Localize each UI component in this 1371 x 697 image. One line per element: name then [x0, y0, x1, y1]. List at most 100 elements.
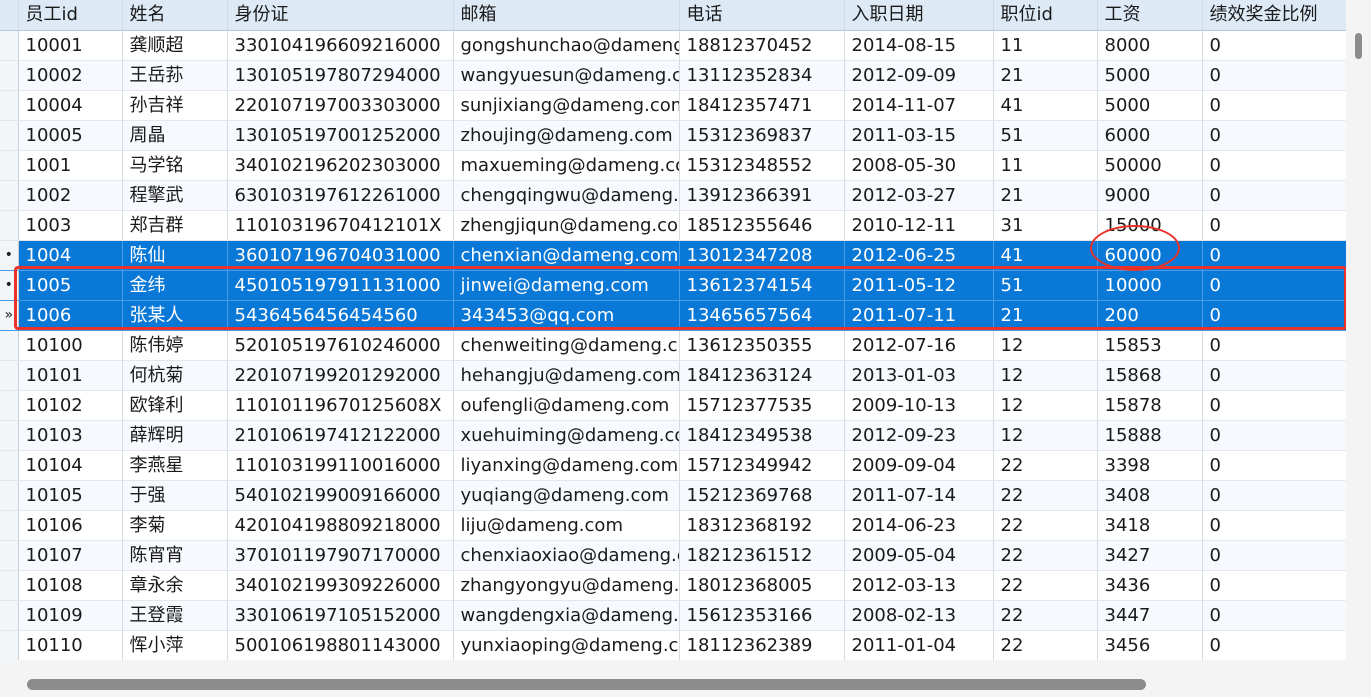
cell-name[interactable]: 龚顺超	[122, 30, 228, 61]
cell-employee-id[interactable]: 10005	[18, 120, 123, 151]
cell-email[interactable]: yunxiaoping@dameng.c	[453, 630, 680, 660]
cell-position-id[interactable]: 21	[993, 180, 1098, 211]
cell-bonus-ratio[interactable]: 0	[1202, 330, 1346, 361]
row-indicator[interactable]	[0, 600, 19, 631]
cell-position-id[interactable]: 12	[993, 420, 1098, 451]
row-indicator[interactable]	[0, 390, 19, 421]
cell-name[interactable]: 马学铭	[122, 150, 228, 181]
table-row[interactable]: • 1004 陈仙 360107196704031000 chenxian@dameng…	[0, 240, 1346, 271]
cell-bonus-ratio[interactable]: 0	[1202, 180, 1346, 211]
table-row[interactable]: 10109 王登霞 330106197105152000 wangdengxia@da…	[0, 600, 1346, 631]
cell-name[interactable]: 王岳荪	[122, 60, 228, 91]
cell-bonus-ratio[interactable]: 0	[1202, 360, 1346, 391]
cell-position-id[interactable]: 12	[993, 360, 1098, 391]
horizontal-scrollbar-thumb[interactable]	[27, 679, 1146, 690]
cell-id-card[interactable]: 360107196704031000	[227, 240, 454, 271]
cell-salary[interactable]: 9000	[1097, 180, 1203, 211]
cell-salary[interactable]: 6000	[1097, 120, 1203, 151]
cell-name[interactable]: 薛辉明	[122, 420, 228, 451]
cell-id-card[interactable]: 540102199009166000	[227, 480, 454, 511]
cell-salary[interactable]: 3447	[1097, 600, 1203, 631]
cell-name[interactable]: 王登霞	[122, 600, 228, 631]
horizontal-scrollbar[interactable]	[0, 660, 1371, 697]
cell-bonus-ratio[interactable]: 0	[1202, 420, 1346, 451]
cell-email[interactable]: hehangju@dameng.com	[453, 360, 680, 391]
column-header-salary[interactable]: 工资	[1097, 0, 1203, 31]
cell-email[interactable]: yuqiang@dameng.com	[453, 480, 680, 511]
cell-employee-id[interactable]: 1002	[18, 180, 123, 211]
cell-bonus-ratio[interactable]: 0	[1202, 510, 1346, 541]
cell-hire-date[interactable]: 2008-02-13	[844, 600, 994, 631]
cell-employee-id[interactable]: 1005	[18, 270, 123, 301]
cell-position-id[interactable]: 21	[993, 60, 1098, 91]
cell-email[interactable]: oufengli@dameng.com	[453, 390, 680, 421]
row-indicator[interactable]	[0, 60, 19, 91]
cell-salary[interactable]: 5000	[1097, 90, 1203, 121]
row-indicator[interactable]	[0, 30, 19, 61]
table-row[interactable]: 10002 王岳荪 130105197807294000 wangyuesun@dam…	[0, 60, 1346, 91]
cell-email[interactable]: zhengjiqun@dameng.co	[453, 210, 680, 241]
cell-phone[interactable]: 18212361512	[679, 540, 845, 571]
cell-name[interactable]: 陈仙	[122, 240, 228, 271]
cell-salary[interactable]: 200	[1097, 300, 1203, 331]
row-indicator[interactable]	[0, 150, 19, 181]
cell-phone[interactable]: 18512355646	[679, 210, 845, 241]
cell-id-card[interactable]: 220107197003303000	[227, 90, 454, 121]
cell-employee-id[interactable]: 1001	[18, 150, 123, 181]
column-header-name[interactable]: 姓名	[122, 0, 228, 31]
cell-email[interactable]: zhoujing@dameng.com	[453, 120, 680, 151]
cell-id-card[interactable]: 330104196609216000	[227, 30, 454, 61]
cell-id-card[interactable]: 110103199110016000	[227, 450, 454, 481]
cell-position-id[interactable]: 12	[993, 390, 1098, 421]
cell-name[interactable]: 恽小萍	[122, 630, 228, 660]
column-header-email[interactable]: 邮箱	[453, 0, 680, 31]
cell-position-id[interactable]: 11	[993, 30, 1098, 61]
cell-salary[interactable]: 15000	[1097, 210, 1203, 241]
row-indicator[interactable]	[0, 210, 19, 241]
cell-email[interactable]: sunjixiang@dameng.com	[453, 90, 680, 121]
cell-hire-date[interactable]: 2011-03-15	[844, 120, 994, 151]
table-row[interactable]: 10106 李菊 420104198809218000 liju@dameng.com…	[0, 510, 1346, 541]
cell-id-card[interactable]: 11010119670125608X	[227, 390, 454, 421]
cell-id-card[interactable]: 330106197105152000	[227, 600, 454, 631]
column-header-hire-date[interactable]: 入职日期	[844, 0, 994, 31]
cell-email[interactable]: liju@dameng.com	[453, 510, 680, 541]
cell-hire-date[interactable]: 2011-01-04	[844, 630, 994, 660]
cell-salary[interactable]: 60000	[1097, 240, 1203, 271]
cell-employee-id[interactable]: 10109	[18, 600, 123, 631]
table-row[interactable]: » 1006 张某人 5436456456454560 343453@qq.com 134…	[0, 300, 1346, 331]
cell-employee-id[interactable]: 10100	[18, 330, 123, 361]
cell-name[interactable]: 欧锋利	[122, 390, 228, 421]
cell-phone[interactable]: 18412363124	[679, 360, 845, 391]
cell-phone[interactable]: 15212369768	[679, 480, 845, 511]
table-row[interactable]: 10107 陈宵宵 370101197907170000 chenxiaoxiao@d…	[0, 540, 1346, 571]
cell-phone[interactable]: 15712377535	[679, 390, 845, 421]
cell-position-id[interactable]: 11	[993, 150, 1098, 181]
cell-employee-id[interactable]: 10002	[18, 60, 123, 91]
cell-bonus-ratio[interactable]: 0	[1202, 210, 1346, 241]
row-indicator[interactable]	[0, 330, 19, 361]
table-row[interactable]: • 1005 金纬 450105197911131000 jinwei@dameng.c…	[0, 270, 1346, 301]
cell-id-card[interactable]: 130105197807294000	[227, 60, 454, 91]
cell-employee-id[interactable]: 10107	[18, 540, 123, 571]
cell-salary[interactable]: 15888	[1097, 420, 1203, 451]
table-row[interactable]: 10104 李燕星 110103199110016000 liyanxing@dame…	[0, 450, 1346, 481]
cell-bonus-ratio[interactable]: 0	[1202, 300, 1346, 331]
cell-email[interactable]: maxueming@dameng.co	[453, 150, 680, 181]
cell-email[interactable]: liyanxing@dameng.com	[453, 450, 680, 481]
row-indicator[interactable]: •	[0, 270, 19, 301]
cell-employee-id[interactable]: 1004	[18, 240, 123, 271]
column-header-bonus-ratio[interactable]: 绩效奖金比例	[1202, 0, 1346, 31]
cell-salary[interactable]: 15868	[1097, 360, 1203, 391]
cell-name[interactable]: 陈伟婷	[122, 330, 228, 361]
cell-id-card[interactable]: 420104198809218000	[227, 510, 454, 541]
cell-salary[interactable]: 10000	[1097, 270, 1203, 301]
cell-bonus-ratio[interactable]: 0	[1202, 450, 1346, 481]
cell-id-card[interactable]: 340102199309226000	[227, 570, 454, 601]
cell-bonus-ratio[interactable]: 0	[1202, 240, 1346, 271]
cell-employee-id[interactable]: 10110	[18, 630, 123, 660]
row-indicator[interactable]: »	[0, 300, 19, 331]
cell-name[interactable]: 程擎武	[122, 180, 228, 211]
cell-phone[interactable]: 15312369837	[679, 120, 845, 151]
table-row[interactable]: 10103 薛辉明 210106197412122000 xuehuiming@dam…	[0, 420, 1346, 451]
